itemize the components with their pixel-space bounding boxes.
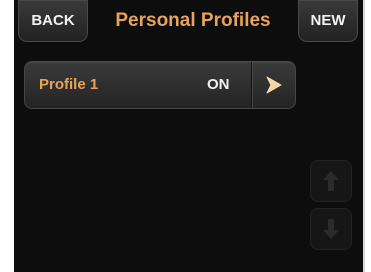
row-divider — [251, 62, 252, 108]
profile-name: Profile 1 — [39, 76, 99, 93]
chevron-right-icon — [266, 76, 282, 94]
arrow-up-icon — [323, 171, 339, 191]
arrow-down-icon — [323, 219, 339, 239]
page-title: Personal Profiles — [115, 10, 271, 31]
new-button[interactable]: NEW — [298, 0, 358, 42]
profile-status: ON — [207, 76, 230, 93]
back-button[interactable]: BACK — [18, 0, 88, 42]
profile-open-button[interactable] — [253, 62, 295, 108]
window-edge — [363, 0, 365, 272]
profile-row[interactable]: Profile 1 ON — [24, 61, 296, 109]
scroll-down-button[interactable] — [310, 208, 352, 250]
scroll-up-button[interactable] — [310, 160, 352, 202]
profiles-screen: BACK Personal Profiles NEW Profile 1 ON — [14, 0, 363, 272]
